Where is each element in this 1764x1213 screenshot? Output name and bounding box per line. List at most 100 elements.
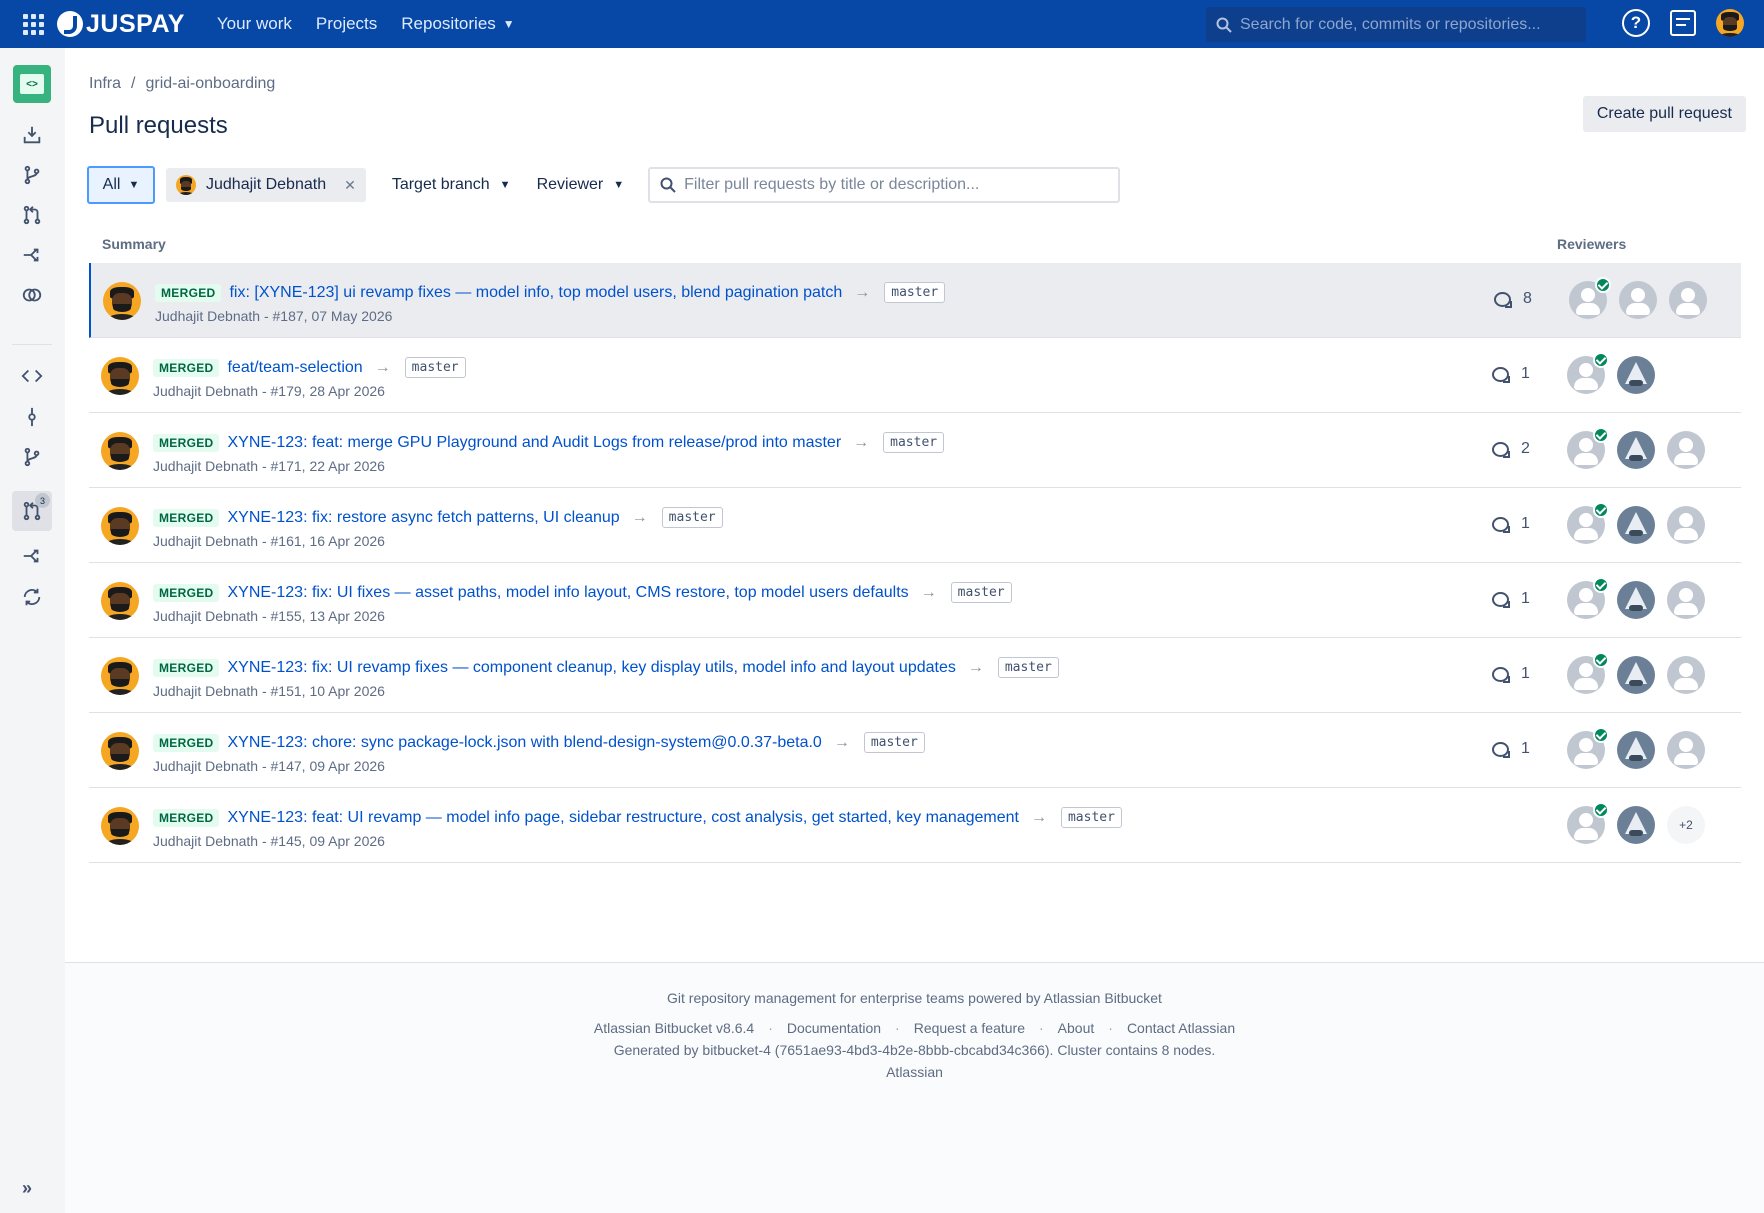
reviewer-avatar[interactable] [1617,731,1655,769]
compare-icon[interactable] [18,281,46,309]
fork-icon[interactable] [18,241,46,269]
pr-title-link[interactable]: XYNE-123: chore: sync package-lock.json … [227,734,821,752]
reviewer-avatar[interactable] [1667,431,1705,469]
target-branch-lozenge: master [950,582,1012,603]
global-search-input[interactable] [1240,15,1570,34]
pr-title-link[interactable]: XYNE-123: fix: UI fixes — asset paths, m… [227,584,908,602]
pr-title-link[interactable]: fix: [XYNE-123] ui revamp fixes — model … [229,284,842,302]
reviewer-avatar[interactable] [1567,352,1609,394]
repository-avatar-icon[interactable] [13,65,51,103]
reviewer-avatar[interactable] [1667,731,1705,769]
reviewer-dropdown[interactable]: Reviewer ▼ [537,176,625,194]
pr-title-link[interactable]: XYNE-123: feat: UI revamp — model info p… [227,809,1019,827]
create-pull-request-icon[interactable] [18,201,46,229]
footer-link-request-feature[interactable]: Request a feature [914,1020,1025,1036]
forks-icon[interactable] [18,542,46,570]
footer-link-about[interactable]: About [1058,1020,1095,1036]
pull-requests-icon[interactable]: 3 [12,491,52,531]
pr-title-link[interactable]: XYNE-123: fix: restore async fetch patte… [227,509,619,527]
reviewer-avatar[interactable] [1567,502,1609,544]
comment-count: 1 [1492,740,1530,758]
pr-row[interactable]: MERGED XYNE-123: fix: restore async fetch… [89,488,1741,563]
reviewer-avatar[interactable] [1669,281,1707,319]
chevron-down-icon: ▼ [128,179,140,191]
reviewer-avatar[interactable] [1667,506,1705,544]
pr-title-link[interactable]: feat/team-selection [227,359,362,377]
author-avatar[interactable] [101,807,139,845]
reviewer-avatar[interactable] [1667,581,1705,619]
footer-company[interactable]: Atlassian [65,1064,1764,1080]
reviewer-avatar[interactable] [1567,802,1609,844]
comment-count-value: 1 [1521,365,1530,382]
pr-row[interactable]: MERGED XYNE-123: chore: sync package-lock… [89,713,1741,788]
pr-row[interactable]: MERGED fix: [XYNE-123] ui revamp fixes — … [89,263,1741,338]
footer-link-documentation[interactable]: Documentation [787,1020,881,1036]
nav-your-work[interactable]: Your work [217,14,292,34]
author-avatar[interactable] [101,507,139,545]
branches-icon[interactable] [18,443,46,471]
pr-title-link[interactable]: XYNE-123: fix: UI revamp fixes — compone… [227,659,955,677]
footer-link-contact[interactable]: Contact Atlassian [1127,1020,1235,1036]
reviewer-avatar[interactable] [1617,431,1655,469]
search-icon [1216,17,1232,33]
reviewer-avatar[interactable] [1617,806,1655,844]
expand-sidebar-icon[interactable]: » [22,1178,32,1199]
pr-title-link[interactable]: XYNE-123: feat: merge GPU Playground and… [227,434,841,452]
pr-row[interactable]: MERGED XYNE-123: feat: UI revamp — model … [89,788,1741,863]
reviewer-avatar[interactable] [1617,356,1655,394]
footer-link-version[interactable]: Atlassian Bitbucket v8.6.4 [594,1020,754,1036]
sync-icon[interactable] [18,583,46,611]
source-icon[interactable] [18,362,46,390]
reviewer-avatar[interactable] [1567,727,1609,769]
comment-count-value: 1 [1521,665,1530,682]
reviewer-avatar[interactable] [1567,427,1609,469]
reviewer-avatar[interactable] [1569,277,1611,319]
reviewer-avatar[interactable] [1617,506,1655,544]
pr-meta: Judhajit Debnath - #147, 09 Apr 2026 [153,758,385,774]
help-icon[interactable]: ? [1622,9,1650,37]
status-badge: MERGED [153,658,220,677]
pr-meta: Judhajit Debnath - #161, 16 Apr 2026 [153,533,385,549]
breadcrumb-repo[interactable]: grid-ai-onboarding [145,75,275,93]
target-branch-lozenge: master [404,357,466,378]
author-avatar[interactable] [101,657,139,695]
arrow-right-icon: → [853,433,870,451]
create-branch-icon[interactable] [18,161,46,189]
clone-icon[interactable] [18,121,46,149]
reviewer-avatar[interactable] [1617,581,1655,619]
more-reviewers-badge[interactable]: +2 [1667,806,1705,844]
author-avatar[interactable] [101,582,139,620]
reviewer-avatar[interactable] [1567,652,1609,694]
nav-projects[interactable]: Projects [316,14,377,34]
app-switcher-icon[interactable] [21,12,45,36]
author-avatar[interactable] [101,357,139,395]
pr-row[interactable]: MERGED XYNE-123: feat: merge GPU Playgrou… [89,413,1741,488]
reviewer-avatar[interactable] [1619,281,1657,319]
reviewer-avatar[interactable] [1667,656,1705,694]
close-icon[interactable]: ✕ [344,177,356,194]
comment-icon [1492,516,1510,533]
user-avatar[interactable] [1716,9,1744,37]
page-footer: Git repository management for enterprise… [65,962,1764,1213]
nav-repositories[interactable]: Repositories ▼ [401,14,514,34]
reviewer-avatars [1569,277,1707,319]
reviewer-avatar[interactable] [1617,656,1655,694]
author-avatar[interactable] [101,732,139,770]
state-filter-dropdown[interactable]: All ▼ [87,166,155,204]
author-filter-chip[interactable]: Judhajit Debnath ✕ [166,168,366,202]
arrow-right-icon: → [374,358,391,376]
author-avatar[interactable] [101,432,139,470]
commits-icon[interactable] [18,403,46,431]
pr-row[interactable]: MERGED XYNE-123: fix: UI revamp fixes — c… [89,638,1741,713]
pr-filter-input[interactable] [684,176,1105,194]
create-pull-request-button[interactable]: Create pull request [1582,96,1746,132]
pr-meta: Judhajit Debnath - #171, 22 Apr 2026 [153,458,385,474]
whats-new-icon[interactable] [1670,10,1696,36]
pr-row[interactable]: MERGED XYNE-123: fix: UI fixes — asset pa… [89,563,1741,638]
target-branch-dropdown[interactable]: Target branch ▼ [392,176,511,194]
pr-row[interactable]: MERGED feat/team-selection → master Judhaji… [89,338,1741,413]
reviewer-avatar[interactable] [1567,577,1609,619]
brand-logo[interactable]: JUSPAY [57,10,185,39]
author-avatar[interactable] [103,282,141,320]
breadcrumb-project[interactable]: Infra [89,75,121,93]
